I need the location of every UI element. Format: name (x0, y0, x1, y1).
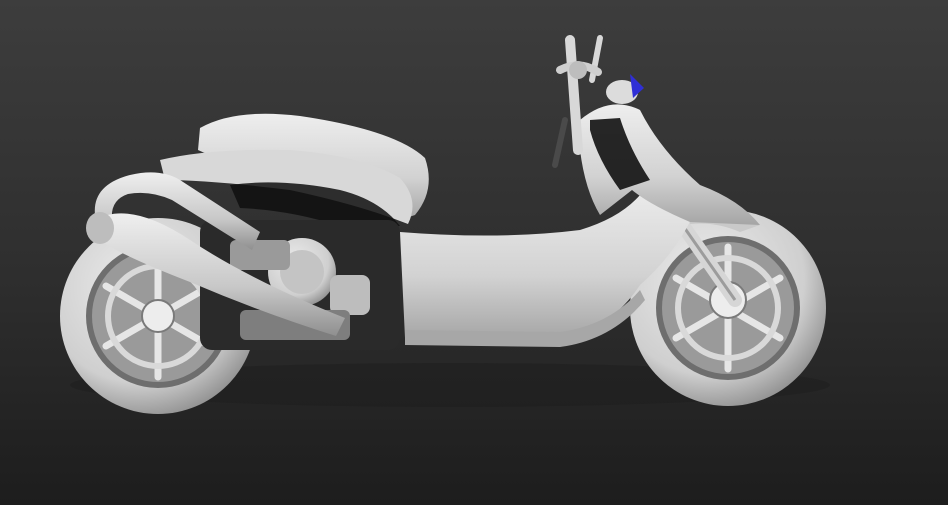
render-canvas (0, 0, 948, 505)
3d-viewport[interactable] (0, 0, 948, 505)
